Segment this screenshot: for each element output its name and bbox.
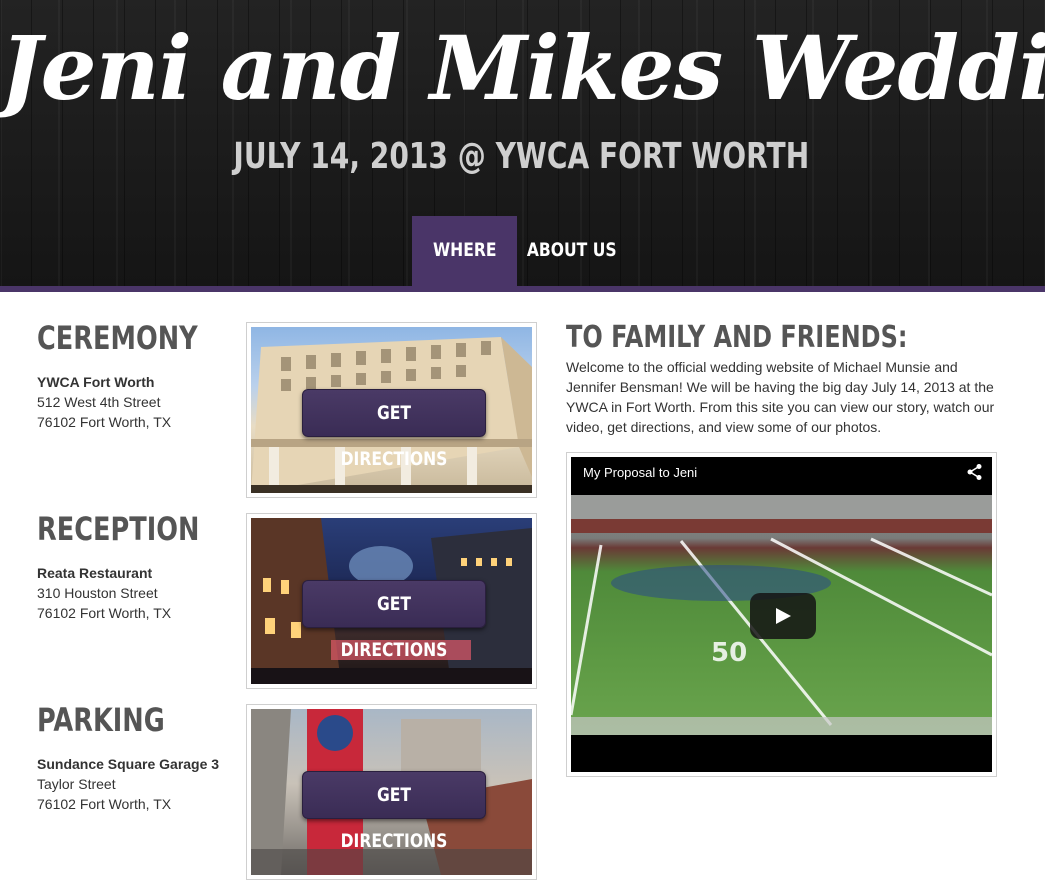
header-divider <box>0 286 1045 292</box>
parking-city: 76102 Fort Worth, TX <box>37 796 172 812</box>
nav-item-label: WHERE <box>432 239 497 261</box>
ceremony-get-directions-button[interactable]: GET DIRECTIONS <box>302 389 486 470</box>
field-yard-number: 50 <box>711 638 747 668</box>
nav-item-about-us[interactable]: ABOUT US <box>517 216 623 286</box>
parking-heading: PARKING <box>37 701 165 739</box>
site-subtitle: JULY 14, 2013 @ YWCA FORT WORTH <box>233 136 810 177</box>
video-title[interactable]: My Proposal to Jeni <box>583 465 697 480</box>
parking-venue-name: Sundance Square Garage 3 <box>37 756 220 772</box>
welcome-text: Welcome to the official wedding website … <box>566 359 995 435</box>
ceremony-heading: CEREMONY <box>37 319 198 357</box>
reception-address: 310 Houston Street <box>37 585 158 601</box>
parking-get-directions-button[interactable]: GET DIRECTIONS <box>302 771 486 852</box>
video-embed: 50 My Proposal to Jeni <box>566 452 997 777</box>
parking-info: PARKING Sundance Square Garage 3 Taylor … <box>37 702 237 814</box>
reception-photo: GET DIRECTIONS <box>251 518 532 684</box>
ceremony-photo: GET DIRECTIONS <box>251 327 532 493</box>
reception-get-directions-button[interactable]: GET DIRECTIONS <box>302 580 486 661</box>
parking-photo-card: GET DIRECTIONS <box>246 704 537 880</box>
reception-info: RECEPTION Reata Restaurant 310 Houston S… <box>37 511 237 623</box>
reception-heading: RECEPTION <box>37 510 200 548</box>
nav-item-where[interactable]: WHERE <box>412 216 517 286</box>
reception-venue-name: Reata Restaurant <box>37 565 153 581</box>
parking-photo: GET DIRECTIONS <box>251 709 532 875</box>
reception-photo-card: GET DIRECTIONS <box>246 513 537 689</box>
site-title: Jeni and Mikes Wedding <box>0 16 1045 120</box>
ceremony-venue-name: YWCA Fort Worth <box>37 374 155 390</box>
video-player[interactable]: 50 My Proposal to Jeni <box>571 457 992 772</box>
ceremony-info: CEREMONY YWCA Fort Worth 512 West 4th St… <box>37 320 237 432</box>
share-icon[interactable] <box>966 463 984 481</box>
play-icon <box>776 608 791 624</box>
play-button[interactable] <box>750 593 816 639</box>
ceremony-address: 512 West 4th Street <box>37 394 161 410</box>
site-header: Jeni and Mikes Wedding JULY 14, 2013 @ Y… <box>0 0 1045 286</box>
main-nav: WHERE ABOUT US <box>412 216 623 286</box>
parking-address: Taylor Street <box>37 776 116 792</box>
ceremony-photo-card: GET DIRECTIONS <box>246 322 537 498</box>
nav-item-label: ABOUT US <box>526 239 617 261</box>
ceremony-city: 76102 Fort Worth, TX <box>37 414 172 430</box>
reception-city: 76102 Fort Worth, TX <box>37 605 172 621</box>
welcome-title: TO FAMILY AND FRIENDS: <box>566 320 908 355</box>
